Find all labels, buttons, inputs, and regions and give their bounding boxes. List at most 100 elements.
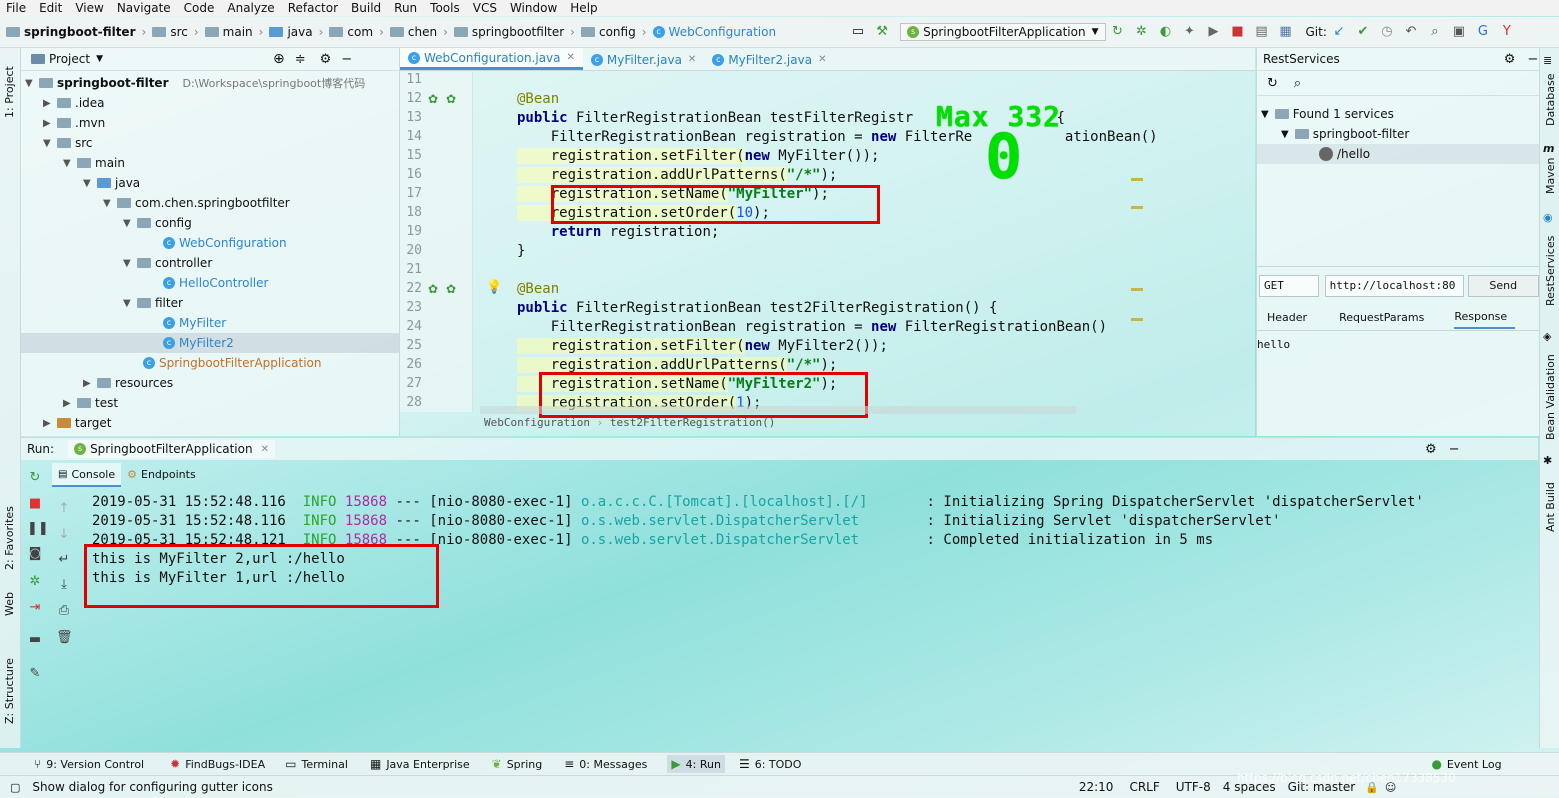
tool-spring[interactable]: ❦ Spring — [492, 757, 543, 771]
tab-request-params[interactable]: RequestParams — [1339, 311, 1424, 324]
services-tree-endpoint[interactable]: /hello — [1257, 144, 1539, 164]
menu-vcs[interactable]: VCS — [467, 1, 504, 15]
gear-icon[interactable]: ⚙ — [1425, 442, 1437, 457]
tab-myfilter2[interactable]: c MyFilter2.java ✕ — [704, 49, 834, 70]
project-title[interactable]: Project — [49, 52, 90, 66]
lightbulb-icon[interactable]: 💡 — [486, 280, 502, 295]
menu-refactor[interactable]: Refactor — [282, 1, 345, 15]
login-icon[interactable]: ⇥ — [27, 600, 43, 616]
crumb-java[interactable]: java › — [269, 25, 323, 39]
tool-restservices[interactable]: RestServices — [1544, 236, 1557, 306]
crumb-main[interactable]: main › — [204, 25, 263, 39]
crumb-src[interactable]: src › — [152, 25, 199, 39]
code-editor[interactable]: c WebConfiguration.java ✕ c MyFilter.java ✕ … — [400, 48, 1255, 436]
tree-item[interactable]: c SpringbootFilterApplication — [143, 353, 322, 373]
locate-icon[interactable]: ⊕ — [273, 51, 285, 67]
tab-myfilter[interactable]: c MyFilter.java ✕ — [583, 49, 704, 70]
tool-favorites[interactable]: 2: Favorites — [3, 506, 16, 570]
undo-icon[interactable]: ↶ — [1403, 24, 1419, 40]
debug-icon[interactable]: ✲ — [27, 574, 43, 590]
tool-terminal[interactable]: ▭ Terminal — [285, 757, 348, 771]
camera-icon[interactable]: ◙ — [27, 546, 43, 562]
down-arrow-icon[interactable]: ↓ — [56, 527, 72, 543]
attach-icon[interactable]: ▶ — [1206, 24, 1222, 40]
menu-file[interactable]: File — [0, 1, 33, 15]
tool-messages[interactable]: ≡ 0: Messages — [564, 757, 647, 771]
bean-gutter-icon[interactable]: ✿ — [446, 282, 456, 296]
tool-bean-validation[interactable]: Bean Validation — [1544, 354, 1557, 440]
soft-wrap-icon[interactable]: ↵ — [56, 552, 72, 568]
menu-edit[interactable]: Edit — [33, 1, 69, 15]
caret-position[interactable]: 22:10 — [1079, 780, 1114, 794]
tool-run[interactable]: ▶ 4: Run — [667, 755, 725, 773]
crumb-project[interactable]: springboot-filter › — [6, 25, 146, 39]
menu-tools[interactable]: Tools — [424, 1, 467, 15]
tree-item[interactable]: c WebConfiguration — [163, 233, 287, 253]
tool-project[interactable]: 1: Project — [3, 66, 16, 118]
search-icon[interactable]: ⌕ — [1294, 76, 1301, 91]
crumb-chen[interactable]: chen › — [389, 25, 448, 39]
collapse-icon[interactable]: ≑ — [295, 52, 306, 67]
run-tab[interactable]: s SpringbootFilterApplication ✕ — [68, 440, 275, 458]
tree-item[interactable]: ▼ main — [63, 153, 125, 173]
refresh-icon[interactable]: ↻ — [1267, 76, 1278, 91]
stop-icon[interactable]: ■ — [27, 496, 43, 512]
hide-icon[interactable]: − — [1449, 442, 1460, 457]
tree-item[interactable]: ▼ src — [43, 133, 93, 153]
window-icon[interactable]: ▭ — [850, 24, 866, 40]
send-button[interactable]: Send — [1467, 275, 1539, 297]
tab-console[interactable]: ▤ Console — [52, 463, 122, 487]
tool-maven[interactable]: Maven — [1544, 158, 1557, 194]
line-separator[interactable]: CRLF — [1129, 780, 1159, 794]
menu-view[interactable]: View — [69, 1, 110, 15]
file-encoding[interactable]: UTF-8 — [1176, 780, 1211, 794]
coverage-icon[interactable]: ◐ — [1158, 24, 1174, 40]
tree-item[interactable]: ▶ .mvn — [43, 113, 105, 133]
stop-icon[interactable]: ■ — [1230, 24, 1246, 40]
crumb-webconfiguration[interactable]: c WebConfiguration — [652, 25, 776, 39]
git-history-icon[interactable]: ◷ — [1379, 24, 1395, 40]
tree-item[interactable]: c MyFilter — [163, 313, 226, 333]
debug-icon[interactable]: ✲ — [1134, 24, 1150, 40]
tree-item[interactable]: ▶ resources — [83, 373, 173, 393]
bean-gutter-icon[interactable]: ✿ — [428, 92, 438, 106]
menu-navigate[interactable]: Navigate — [111, 1, 178, 15]
tree-item[interactable]: ▶ .idea — [43, 93, 105, 113]
sdk-icon[interactable]: ▤ — [1254, 24, 1270, 40]
close-icon[interactable]: ✕ — [567, 52, 575, 63]
crumb-config[interactable]: config › — [580, 25, 647, 39]
tree-item-selected[interactable]: c MyFilter2 — [21, 333, 399, 353]
services-tree-project[interactable]: ▼ springboot-filter — [1257, 124, 1539, 144]
tree-item[interactable]: ▼ filter — [123, 293, 183, 313]
menu-build[interactable]: Build — [345, 1, 388, 15]
tool-event-log[interactable]: ● Event Log — [1431, 757, 1501, 771]
tool-findbugs[interactable]: ✹ FindBugs-IDEA — [170, 757, 265, 771]
tree-item[interactable]: ▼ controller — [123, 253, 212, 273]
trash-icon[interactable]: 🗑 — [56, 630, 73, 646]
profile-icon[interactable]: ✦ — [1182, 24, 1198, 40]
presentation-icon[interactable]: ▣ — [1451, 24, 1467, 40]
git-commit-icon[interactable]: ✔ — [1355, 24, 1371, 40]
crumb-com[interactable]: com › — [329, 25, 384, 39]
rerun-icon[interactable]: ↻ — [1110, 24, 1126, 40]
tree-item[interactable]: ▼ config — [123, 213, 192, 233]
close-icon[interactable]: ✕ — [261, 444, 269, 455]
menu-code[interactable]: Code — [178, 1, 222, 15]
close-icon[interactable]: ✕ — [818, 54, 826, 65]
breadcrumb-class[interactable]: WebConfiguration — [484, 416, 590, 429]
menu-run[interactable]: Run — [388, 1, 424, 15]
tree-item[interactable]: c HelloController — [163, 273, 268, 293]
translate-icon[interactable]: G — [1475, 24, 1491, 40]
line-gutter[interactable]: 11 12 13 14 15 16 17 18 19 20 21 22 23 2… — [400, 72, 502, 412]
layout-icon[interactable]: ▬ — [27, 632, 43, 648]
search-icon[interactable]: ⌕ — [1427, 24, 1443, 40]
scroll-track[interactable] — [480, 406, 1076, 414]
menu-help[interactable]: Help — [564, 1, 604, 15]
menu-window[interactable]: Window — [504, 1, 564, 15]
run-config-selector[interactable]: s SpringbootFilterApplication ▼ — [900, 23, 1106, 41]
gear-icon[interactable]: ⚙ — [320, 52, 332, 67]
tab-webconfiguration[interactable]: c WebConfiguration.java ✕ — [400, 48, 583, 70]
tree-root[interactable]: ▼ springboot-filter D:\Workspace\springboo… — [25, 73, 365, 93]
tool-database[interactable]: Database — [1544, 74, 1557, 127]
bean-gutter-icon[interactable]: ✿ — [428, 282, 438, 296]
